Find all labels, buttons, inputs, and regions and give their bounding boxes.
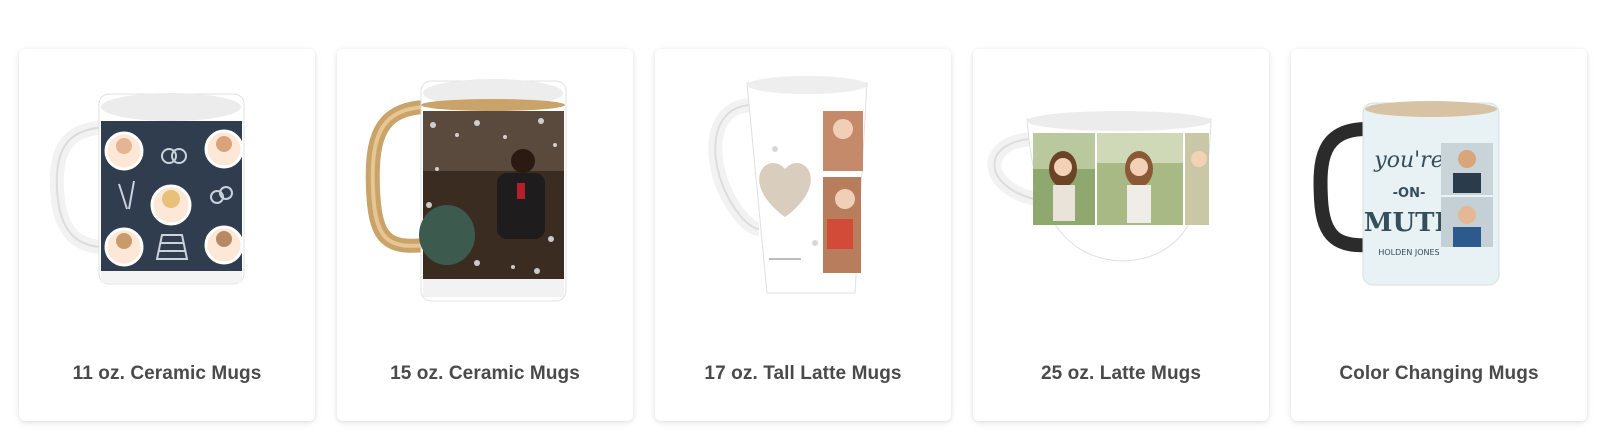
product-grid: 11 oz. Ceramic Mugs 15 oz. Ceramic Mugs … [19,49,1587,421]
product-label[interactable]: 17 oz. Tall Latte Mugs [655,363,951,385]
product-label[interactable]: Color Changing Mugs [1291,363,1587,385]
product-card-17oz-tall-latte-mugs[interactable]: 17 oz. Tall Latte Mugs [655,49,951,421]
mug-15oz-icon [365,79,567,302]
mug-color-changing-icon: you're -ON- MUTE HOLDEN JONES [1313,101,1500,286]
product-label[interactable]: 25 oz. Latte Mugs [973,363,1269,385]
product-card-color-changing-mugs[interactable]: you're -ON- MUTE HOLDEN JONES Color Chan… [1291,49,1587,421]
product-card-15oz-ceramic-mugs[interactable]: 15 oz. Ceramic Mugs [337,49,633,421]
product-label[interactable]: 15 oz. Ceramic Mugs [337,363,633,385]
mug-lettering-name: HOLDEN JONES [1378,248,1439,257]
product-card-11oz-ceramic-mugs[interactable]: 11 oz. Ceramic Mugs [19,49,315,421]
product-label[interactable]: 11 oz. Ceramic Mugs [19,363,315,385]
product-card-25oz-latte-mugs[interactable]: 25 oz. Latte Mugs [973,49,1269,421]
mug-lettering-line2: -ON- [1393,186,1426,201]
mug-lettering-line1: you're [1373,148,1443,173]
mug-tall-latte-icon [708,76,868,294]
mug-lettering-line3: MUTE [1364,208,1455,238]
mug-latte-bowl-icon [987,111,1212,262]
mug-11oz-icon [49,93,245,285]
